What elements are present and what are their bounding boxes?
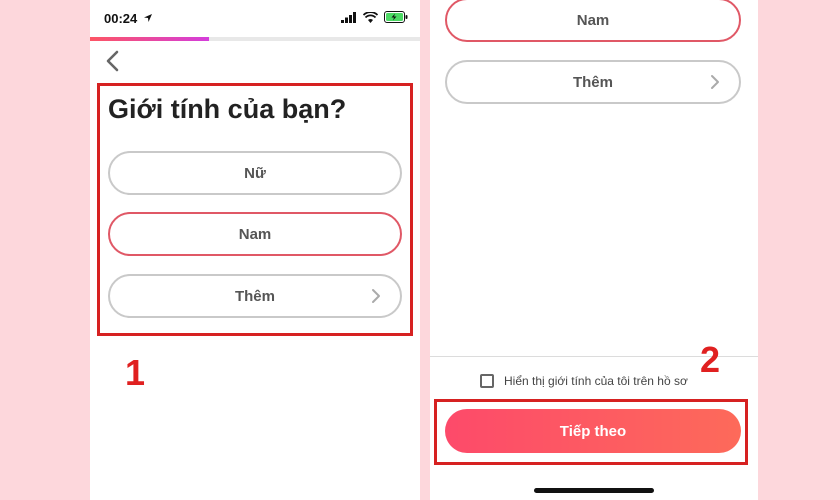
gender-option-more[interactable]: Thêm — [445, 60, 741, 104]
highlight-box-step-2 — [434, 399, 748, 465]
option-label: Nam — [576, 11, 610, 29]
show-gender-row[interactable]: Hiển thị giới tính của tôi trên hồ sơ — [480, 374, 688, 388]
progress-track — [90, 37, 420, 41]
step-number-1: 1 — [125, 352, 146, 393]
location-arrow-icon — [144, 14, 152, 22]
option-label: Thêm — [572, 73, 613, 91]
home-indicator — [534, 488, 654, 493]
status-icons — [341, 11, 408, 23]
status-time: 00:24 — [104, 11, 138, 26]
wifi-icon — [363, 11, 378, 23]
status-bar: 00:24 — [90, 0, 420, 36]
chevron-left-icon — [106, 50, 119, 72]
battery-charging-icon — [384, 11, 408, 23]
signal-icon — [341, 11, 356, 23]
show-gender-label: Hiển thị giới tính của tôi trên hồ sơ — [504, 374, 688, 388]
step-number-2: 2 — [700, 339, 721, 380]
progress-fill — [90, 37, 209, 41]
gender-option-male[interactable]: Nam — [445, 0, 741, 42]
chevron-right-icon — [711, 75, 719, 89]
highlight-box-step-1 — [97, 83, 413, 336]
back-button[interactable] — [100, 48, 126, 74]
checkbox-icon[interactable] — [480, 374, 494, 388]
